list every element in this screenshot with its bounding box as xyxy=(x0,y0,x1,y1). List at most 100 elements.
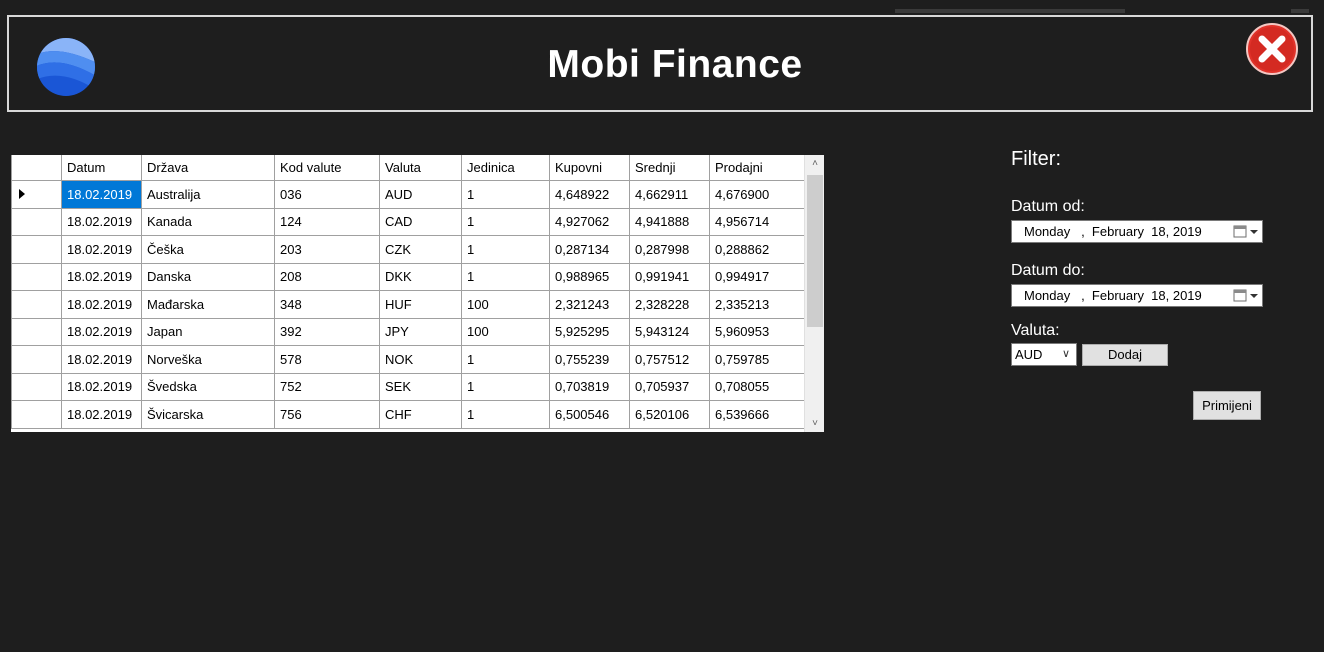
cell-kod-valute[interactable]: 578 xyxy=(274,345,380,374)
exchange-rate-grid[interactable]: Datum Država Kod valute Valuta Jedinica … xyxy=(11,155,824,432)
cell-datum[interactable]: 18.02.2019 xyxy=(61,180,142,209)
chevron-down-icon[interactable]: ∨ xyxy=(1062,347,1070,360)
cell-valuta[interactable]: CZK xyxy=(379,235,462,264)
cell-srednji[interactable]: 4,941888 xyxy=(629,207,710,236)
column-header-prodajni[interactable]: Prodajni xyxy=(709,155,805,181)
cell-kupovni[interactable]: 6,500546 xyxy=(549,400,630,429)
row-selector[interactable] xyxy=(11,372,62,401)
cell-srednji[interactable]: 4,662911 xyxy=(629,180,710,209)
valuta-select[interactable]: AUD ∨ xyxy=(1011,343,1077,366)
cell-kupovni[interactable]: 0,703819 xyxy=(549,372,630,401)
dodaj-button[interactable]: Dodaj xyxy=(1082,344,1168,366)
cell-jedinica[interactable]: 1 xyxy=(461,262,550,291)
scroll-down-icon[interactable]: ˅ xyxy=(805,415,824,432)
cell-prodajni[interactable]: 4,676900 xyxy=(709,180,805,209)
table-row[interactable]: 18.02.2019 Švedska 752 SEK 1 0,703819 0,… xyxy=(11,372,805,401)
cell-datum[interactable]: 18.02.2019 xyxy=(61,345,142,374)
grid-vertical-scrollbar[interactable]: ˄ ˅ xyxy=(804,155,824,432)
table-row[interactable]: 18.02.2019 Japan 392 JPY 100 5,925295 5,… xyxy=(11,317,805,346)
cell-drzava[interactable]: Danska xyxy=(141,262,275,291)
cell-kupovni[interactable]: 0,988965 xyxy=(549,262,630,291)
cell-jedinica[interactable]: 1 xyxy=(461,235,550,264)
column-header-kupovni[interactable]: Kupovni xyxy=(549,155,630,181)
cell-prodajni[interactable]: 6,539666 xyxy=(709,400,805,429)
row-selector[interactable] xyxy=(11,400,62,429)
cell-valuta[interactable]: CAD xyxy=(379,207,462,236)
table-row[interactable]: 18.02.2019 Švicarska 756 CHF 1 6,500546 … xyxy=(11,400,805,429)
cell-srednji[interactable]: 6,520106 xyxy=(629,400,710,429)
table-row[interactable]: 18.02.2019 Mađarska 348 HUF 100 2,321243… xyxy=(11,290,805,319)
cell-valuta[interactable]: NOK xyxy=(379,345,462,374)
cell-kod-valute[interactable]: 203 xyxy=(274,235,380,264)
row-selector[interactable] xyxy=(11,262,62,291)
cell-kupovni[interactable]: 0,287134 xyxy=(549,235,630,264)
cell-kupovni[interactable]: 0,755239 xyxy=(549,345,630,374)
cell-valuta[interactable]: HUF xyxy=(379,290,462,319)
column-header-srednji[interactable]: Srednji xyxy=(629,155,710,181)
row-selector[interactable] xyxy=(11,235,62,264)
cell-drzava[interactable]: Češka xyxy=(141,235,275,264)
cell-jedinica[interactable]: 1 xyxy=(461,207,550,236)
cell-jedinica[interactable]: 100 xyxy=(461,290,550,319)
calendar-dropdown-icon[interactable] xyxy=(1233,224,1259,239)
cell-kod-valute[interactable]: 208 xyxy=(274,262,380,291)
cell-kod-valute[interactable]: 752 xyxy=(274,372,380,401)
cell-datum[interactable]: 18.02.2019 xyxy=(61,372,142,401)
scrollbar-thumb[interactable] xyxy=(807,175,823,327)
row-selector[interactable] xyxy=(11,345,62,374)
column-header-valuta[interactable]: Valuta xyxy=(379,155,462,181)
cell-datum[interactable]: 18.02.2019 xyxy=(61,400,142,429)
column-header-kod-valute[interactable]: Kod valute xyxy=(274,155,380,181)
cell-kod-valute[interactable]: 756 xyxy=(274,400,380,429)
cell-srednji[interactable]: 0,705937 xyxy=(629,372,710,401)
cell-drzava[interactable]: Kanada xyxy=(141,207,275,236)
column-header-jedinica[interactable]: Jedinica xyxy=(461,155,550,181)
cell-datum[interactable]: 18.02.2019 xyxy=(61,317,142,346)
table-row[interactable]: 18.02.2019 Australija 036 AUD 1 4,648922… xyxy=(11,180,805,209)
table-row[interactable]: 18.02.2019 Češka 203 CZK 1 0,287134 0,28… xyxy=(11,235,805,264)
datum-od-datepicker[interactable]: Monday , February 18, 2019 xyxy=(1011,220,1263,243)
row-selector[interactable] xyxy=(11,180,62,209)
cell-valuta[interactable]: CHF xyxy=(379,400,462,429)
datum-do-datepicker[interactable]: Monday , February 18, 2019 xyxy=(1011,284,1263,307)
row-selector[interactable] xyxy=(11,207,62,236)
row-selector[interactable] xyxy=(11,290,62,319)
calendar-dropdown-icon[interactable] xyxy=(1233,288,1259,303)
cell-valuta[interactable]: DKK xyxy=(379,262,462,291)
cell-srednji[interactable]: 5,943124 xyxy=(629,317,710,346)
cell-datum[interactable]: 18.02.2019 xyxy=(61,207,142,236)
close-icon[interactable] xyxy=(1245,22,1299,76)
cell-prodajni[interactable]: 2,335213 xyxy=(709,290,805,319)
cell-drzava[interactable]: Australija xyxy=(141,180,275,209)
cell-drzava[interactable]: Japan xyxy=(141,317,275,346)
cell-kupovni[interactable]: 5,925295 xyxy=(549,317,630,346)
cell-jedinica[interactable]: 100 xyxy=(461,317,550,346)
table-row[interactable]: 18.02.2019 Danska 208 DKK 1 0,988965 0,9… xyxy=(11,262,805,291)
cell-jedinica[interactable]: 1 xyxy=(461,400,550,429)
row-selector[interactable] xyxy=(11,317,62,346)
cell-prodajni[interactable]: 0,994917 xyxy=(709,262,805,291)
cell-srednji[interactable]: 0,991941 xyxy=(629,262,710,291)
cell-kupovni[interactable]: 2,321243 xyxy=(549,290,630,319)
cell-srednji[interactable]: 0,287998 xyxy=(629,235,710,264)
cell-valuta[interactable]: SEK xyxy=(379,372,462,401)
table-row[interactable]: 18.02.2019 Norveška 578 NOK 1 0,755239 0… xyxy=(11,345,805,374)
cell-datum[interactable]: 18.02.2019 xyxy=(61,290,142,319)
cell-datum[interactable]: 18.02.2019 xyxy=(61,235,142,264)
cell-prodajni[interactable]: 5,960953 xyxy=(709,317,805,346)
scroll-up-icon[interactable]: ˄ xyxy=(805,155,824,172)
primijeni-button[interactable]: Primijeni xyxy=(1193,391,1261,420)
cell-srednji[interactable]: 0,757512 xyxy=(629,345,710,374)
cell-kupovni[interactable]: 4,927062 xyxy=(549,207,630,236)
cell-kod-valute[interactable]: 392 xyxy=(274,317,380,346)
cell-kod-valute[interactable]: 036 xyxy=(274,180,380,209)
cell-jedinica[interactable]: 1 xyxy=(461,345,550,374)
cell-valuta[interactable]: JPY xyxy=(379,317,462,346)
column-header-datum[interactable]: Datum xyxy=(61,155,142,181)
cell-kod-valute[interactable]: 124 xyxy=(274,207,380,236)
cell-drzava[interactable]: Norveška xyxy=(141,345,275,374)
cell-datum[interactable]: 18.02.2019 xyxy=(61,262,142,291)
cell-prodajni[interactable]: 0,759785 xyxy=(709,345,805,374)
cell-valuta[interactable]: AUD xyxy=(379,180,462,209)
table-row[interactable]: 18.02.2019 Kanada 124 CAD 1 4,927062 4,9… xyxy=(11,207,805,236)
